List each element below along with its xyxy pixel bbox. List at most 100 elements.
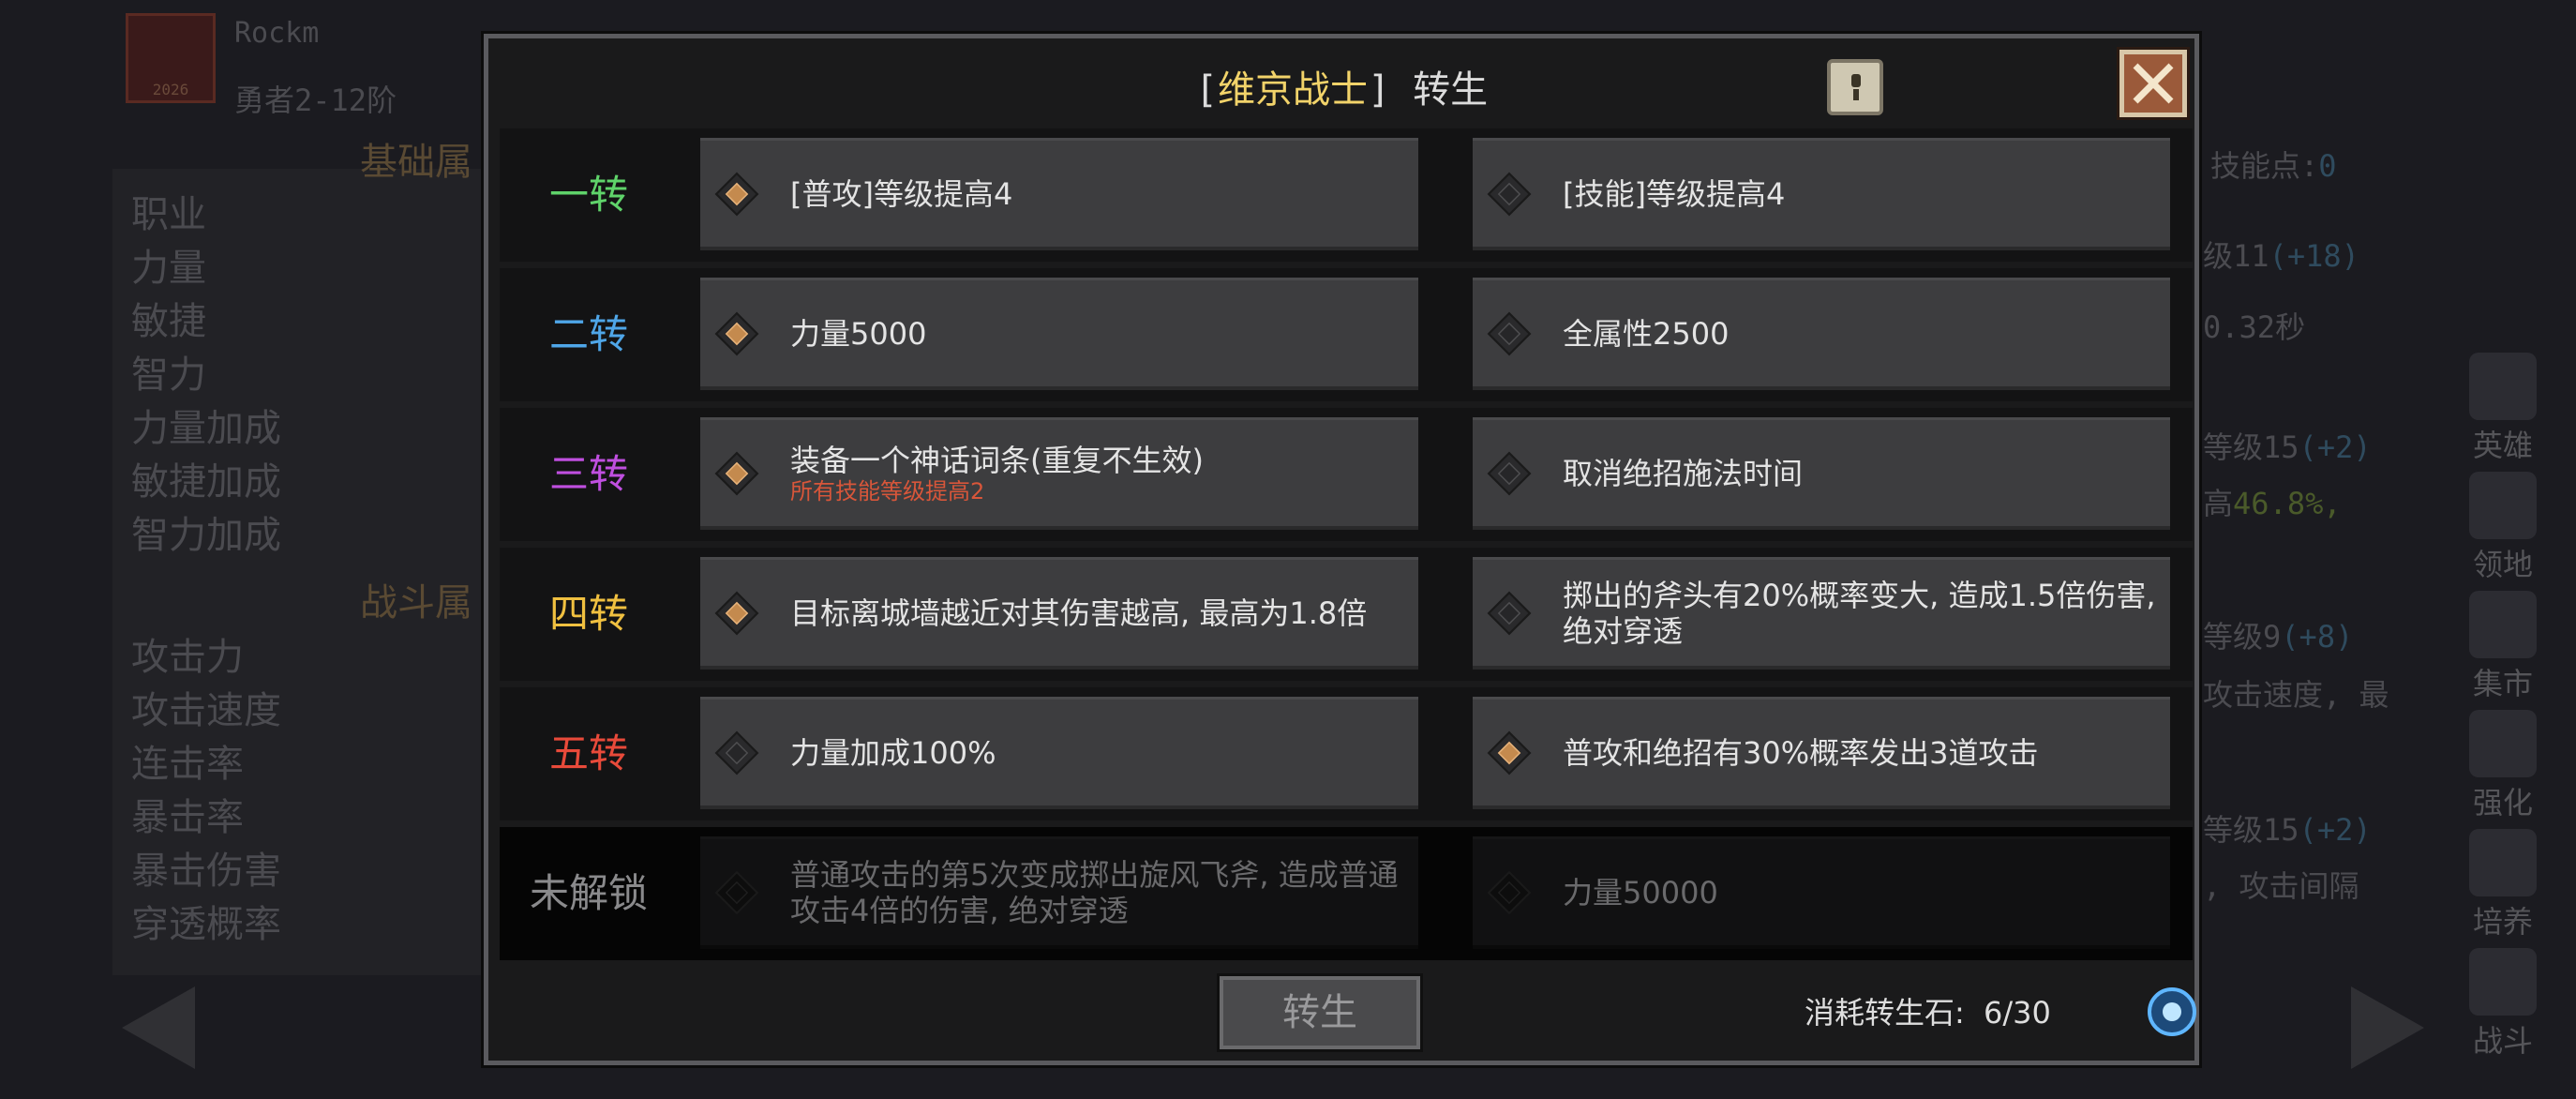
tier-option-right[interactable]: 全属性2500 (1473, 278, 2170, 390)
selected-diamond-icon (714, 451, 759, 496)
side-menu-item[interactable]: 领地 (2456, 472, 2550, 584)
skill-snippet: 等级15(+2) (2203, 429, 2372, 465)
stat-label: 智力 (131, 354, 206, 397)
stat-label: 攻击速度 (131, 689, 281, 732)
tier-label: 二转 (548, 311, 628, 357)
stat-label: 力量 (131, 247, 206, 290)
stat-label: 攻击力 (131, 636, 244, 679)
option-text: 普通攻击的第5次变成掷出旋风飞斧, 造成普通攻击4倍的伤害, 绝对穿透 (790, 856, 1399, 928)
tier-label: 一转 (548, 172, 628, 218)
option-text: 装备一个神话词条(重复不生效) (790, 442, 1204, 478)
stat-label: 暴击伤害 (131, 850, 281, 893)
hero-name: 维京战士 (1217, 68, 1368, 112)
stat-label: 穿透概率 (131, 903, 281, 946)
player-avatar: 2026 (126, 13, 216, 103)
stat-label: 连击率 (131, 743, 244, 786)
close-icon (2133, 63, 2174, 104)
side-menu-item[interactable]: 强化 (2456, 710, 2550, 822)
menu-icon (2469, 591, 2537, 658)
menu-icon (2469, 829, 2537, 896)
tier-row: 四转 目标离城墙越近对其伤害越高, 最高为1.8倍 掷出的斧头有20%概率变大, 造… (500, 548, 2193, 681)
tier-row: 三转 装备一个神话词条(重复不生效) 所有技能等级提高2 取消绝招施法时间 (500, 408, 2193, 541)
skill-points: 技能点:0 (2210, 148, 2337, 184)
side-menu-item[interactable]: 英雄 (2456, 353, 2550, 465)
rebirth-stone-icon (2148, 987, 2196, 1036)
option-text: 力量加成100% (790, 734, 996, 771)
diamond-icon (1487, 451, 1532, 496)
stat-label: 敏捷 (131, 300, 206, 343)
tier-row: 五转 力量加成100% 普攻和绝招有30%概率发出3道攻击 (500, 687, 2193, 820)
cost-label: 消耗转生石: (1805, 995, 1965, 1031)
tier-option-right[interactable]: 取消绝招施法时间 (1473, 417, 2170, 530)
diamond-icon (1487, 870, 1532, 915)
option-text: 普攻和绝招有30%概率发出3道攻击 (1563, 734, 2039, 771)
tier-label: 三转 (548, 451, 628, 497)
tier-option-right[interactable]: 普攻和绝招有30%概率发出3道攻击 (1473, 697, 2170, 809)
menu-icon (2469, 472, 2537, 539)
tier-option-left[interactable]: 装备一个神话词条(重复不生效) 所有技能等级提高2 (700, 417, 1418, 530)
skill-snippet: 0.32秒 (2203, 309, 2306, 345)
side-menu-item[interactable]: 集市 (2456, 591, 2550, 703)
skill-snippet: 等级15(+2) (2203, 812, 2372, 848)
side-menu-label: 英雄 (2472, 428, 2533, 463)
rebirth-cost: 消耗转生石: 6/30 (1805, 989, 2142, 1036)
side-menu-label: 战斗 (2472, 1023, 2533, 1059)
side-menu-label: 强化 (2472, 785, 2533, 820)
tier-option-left[interactable]: 力量5000 (700, 278, 1418, 390)
tier-option-left[interactable]: 力量加成100% (700, 697, 1418, 809)
option-text: 力量5000 (790, 315, 927, 352)
tier-label: 五转 (548, 730, 628, 776)
rebirth-dialog: [维京战士] 转生 一转 [普攻]等级提高4 [技能]等级提高4 二转 力量5000 全属… (484, 34, 2199, 1065)
section-basic: 基础属 (360, 141, 472, 184)
option-text: 掷出的斧头有20%概率变大, 造成1.5倍伤害, 绝对穿透 (1563, 577, 2156, 649)
skill-snippet: 高46.8%, (2203, 486, 2342, 521)
stat-label: 职业 (131, 193, 206, 236)
side-menu-item[interactable]: 培养 (2456, 829, 2550, 941)
side-menu-item[interactable]: 战斗 (2456, 948, 2550, 1061)
stat-label: 力量加成 (131, 407, 281, 450)
diamond-icon (714, 870, 759, 915)
tier-option-right[interactable]: [技能]等级提高4 (1473, 138, 2170, 250)
rebirth-button[interactable]: 转生 (1220, 976, 1420, 1049)
skill-snippet: 攻击速度, 最 (2203, 677, 2389, 713)
diamond-icon (1487, 172, 1532, 217)
tier-option-right: 力量50000 (1473, 836, 2170, 949)
info-button[interactable] (1827, 59, 1883, 115)
tier-option-left[interactable]: [普攻]等级提高4 (700, 138, 1418, 250)
skill-snippet: , 攻击间隔 (2203, 868, 2359, 904)
option-note: 所有技能等级提高2 (790, 477, 985, 504)
player-rank: 勇者2-12阶 (234, 83, 397, 118)
menu-icon (2469, 948, 2537, 1016)
dialog-title: [维京战士] 转生 (1194, 68, 1489, 112)
menu-icon (2469, 353, 2537, 420)
tier-row: 二转 力量5000 全属性2500 (500, 268, 2193, 401)
menu-icon (2469, 710, 2537, 777)
option-text: 取消绝招施法时间 (1563, 455, 1804, 491)
option-text: 全属性2500 (1563, 315, 1730, 352)
player-name: Rockm (234, 17, 320, 50)
tier-option-left[interactable]: 目标离城墙越近对其伤害越高, 最高为1.8倍 (700, 557, 1418, 670)
stat-label: 智力加成 (131, 514, 281, 557)
option-text: [普攻]等级提高4 (790, 175, 1013, 212)
stat-label: 敏捷加成 (131, 460, 281, 504)
side-menu-label: 集市 (2472, 666, 2533, 701)
side-menu-label: 培养 (2472, 904, 2533, 940)
tier-row: 一转 [普攻]等级提高4 [技能]等级提高4 (500, 128, 2193, 262)
selected-diamond-icon (1487, 730, 1532, 775)
diamond-icon (714, 730, 759, 775)
side-menu-label: 领地 (2472, 547, 2533, 582)
tier-label: 四转 (548, 591, 628, 637)
next-arrow[interactable] (2351, 986, 2424, 1069)
close-button[interactable] (2119, 50, 2187, 117)
tier-row: 未解锁 普通攻击的第5次变成掷出旋风飞斧, 造成普通攻击4倍的伤害, 绝对穿透 力量… (500, 827, 2193, 960)
section-combat: 战斗属 (360, 581, 472, 625)
tier-label: 未解锁 (529, 870, 648, 916)
selected-diamond-icon (714, 591, 759, 636)
prev-arrow[interactable] (122, 986, 195, 1069)
skill-snippet: 级11(+18) (2203, 238, 2359, 274)
exclamation-icon (1851, 74, 1861, 87)
option-text: 力量50000 (1563, 874, 1718, 911)
selected-diamond-icon (714, 311, 759, 356)
diamond-icon (1487, 591, 1532, 636)
tier-option-right[interactable]: 掷出的斧头有20%概率变大, 造成1.5倍伤害, 绝对穿透 (1473, 557, 2170, 670)
